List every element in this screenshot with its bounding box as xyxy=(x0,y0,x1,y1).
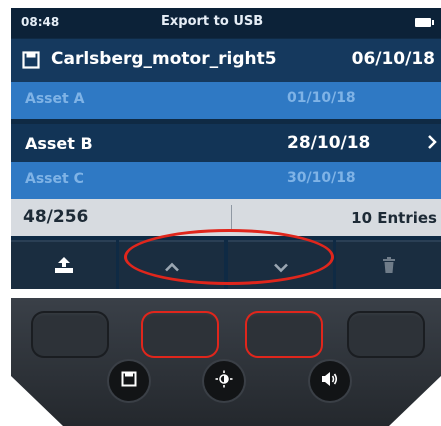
asset-name: Asset B xyxy=(25,134,93,153)
asset-name: Asset A xyxy=(25,91,85,107)
brightness-icon xyxy=(215,370,233,392)
save-icon xyxy=(22,51,40,73)
entries-count: 10 Entries xyxy=(351,209,437,227)
delete-softkey[interactable] xyxy=(336,240,441,289)
chevron-right-icon xyxy=(427,134,437,154)
save-button[interactable] xyxy=(109,361,149,401)
export-icon xyxy=(53,256,75,278)
list-item-asset-b[interactable]: Asset B 28/10/18 xyxy=(11,124,441,162)
hardware-keypad xyxy=(11,298,441,426)
file-date: 06/10/18 xyxy=(351,49,435,69)
status-bar: 08:48 Export to USB xyxy=(11,8,441,38)
softkey-4-button[interactable] xyxy=(347,311,425,358)
asset-date: 28/10/18 xyxy=(287,133,371,153)
save-icon xyxy=(121,371,137,391)
highlight-annotation xyxy=(124,229,334,285)
asset-name: Asset C xyxy=(25,171,84,187)
entry-counter: 48/256 xyxy=(23,207,89,227)
softkey-1-button[interactable] xyxy=(31,311,109,358)
trash-icon xyxy=(382,256,396,277)
screen-title: Export to USB xyxy=(161,14,264,29)
softkey-2-button[interactable] xyxy=(141,311,219,358)
asset-date: 30/10/18 xyxy=(287,170,356,186)
clock: 08:48 xyxy=(21,15,60,29)
volume-button[interactable] xyxy=(310,361,350,401)
battery-icon xyxy=(415,18,434,27)
file-name: Carlsberg_motor_right5 xyxy=(51,49,277,69)
volume-icon xyxy=(321,371,339,391)
divider xyxy=(231,205,232,230)
list-item-asset-a[interactable]: Asset A 01/10/18 xyxy=(11,82,441,119)
list-item-asset-c[interactable]: Asset C 30/10/18 xyxy=(11,162,441,199)
brightness-button[interactable] xyxy=(204,361,244,401)
file-header: Carlsberg_motor_right5 06/10/18 xyxy=(11,39,441,82)
asset-date: 01/10/18 xyxy=(287,90,356,106)
softkey-3-button[interactable] xyxy=(245,311,323,358)
export-softkey[interactable] xyxy=(11,240,116,289)
